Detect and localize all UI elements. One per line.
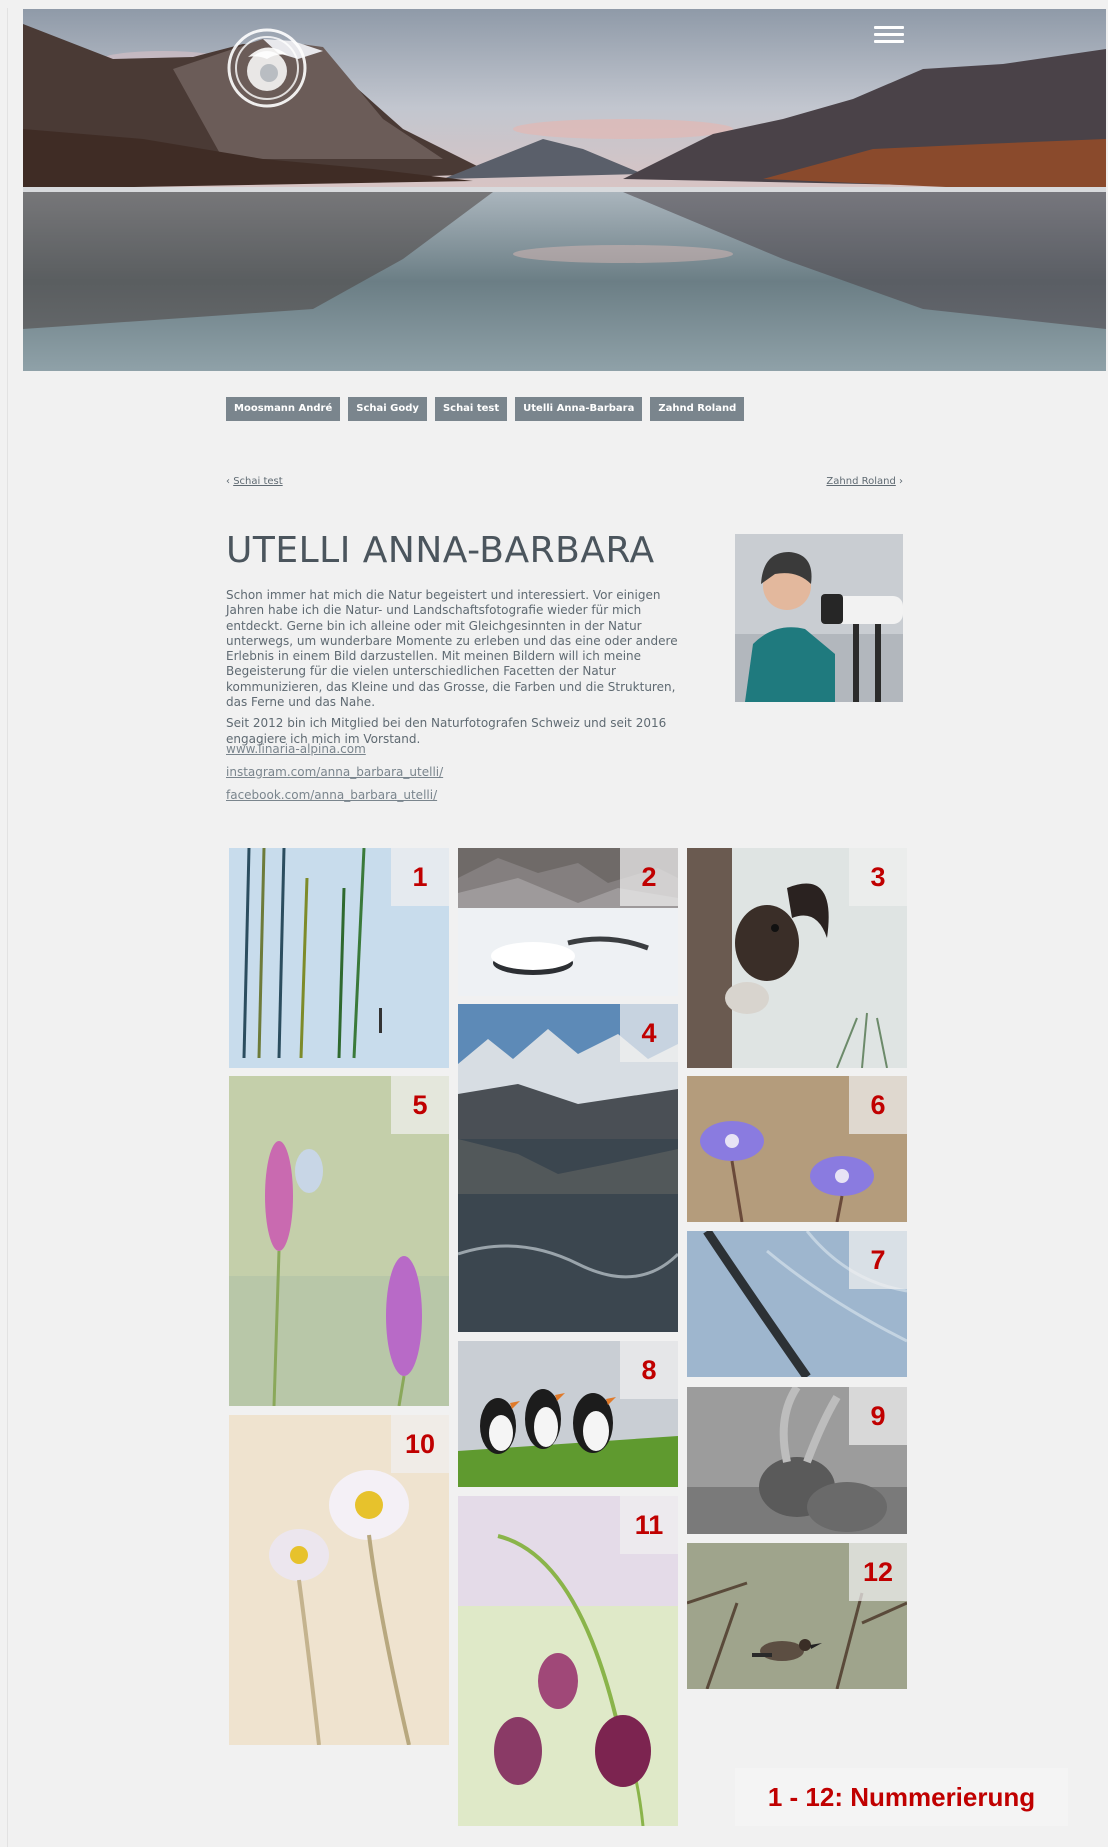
photo-number-badge: 4 — [620, 1004, 678, 1062]
photo-number-badge: 3 — [849, 848, 907, 906]
gallery-photo-1[interactable]: 1 — [229, 848, 449, 1068]
photo-number-badge: 11 — [620, 1496, 678, 1554]
club-logo-icon[interactable] — [226, 27, 308, 109]
member-nav: Moosmann André Schai Gody Schai test Ute… — [226, 397, 745, 421]
prev-member-label[interactable]: Schai test — [233, 476, 282, 487]
prev-member-link[interactable]: ‹ Schai test — [226, 476, 283, 487]
member-bio: Schon immer hat mich die Natur begeister… — [226, 588, 692, 753]
member-button-schai-test[interactable]: Schai test — [434, 397, 508, 421]
photo-number-badge: 6 — [849, 1076, 907, 1134]
photo-number-badge: 12 — [849, 1543, 907, 1601]
page-title: UTELLI ANNA-BARBARA — [226, 530, 655, 571]
photo-number-badge: 5 — [391, 1076, 449, 1134]
photo-number-badge: 9 — [849, 1387, 907, 1445]
website-link[interactable]: www.linaria-alpina.com — [226, 742, 443, 757]
facebook-link[interactable]: facebook.com/anna_barbara_utelli/ — [226, 788, 443, 803]
instagram-link[interactable]: instagram.com/anna_barbara_utelli/ — [226, 765, 443, 780]
hero-banner — [23, 9, 1106, 371]
member-links: www.linaria-alpina.com instagram.com/ann… — [226, 742, 443, 811]
gallery-photo-4[interactable]: 4 — [458, 1004, 678, 1332]
gallery-photo-12[interactable]: 12 — [687, 1543, 907, 1689]
gallery-photo-5[interactable]: 5 — [229, 1076, 449, 1406]
gallery-photo-10[interactable]: 10 — [229, 1415, 449, 1745]
chevron-right-icon: › — [899, 476, 903, 487]
numbering-legend: 1 - 12: Nummerierung — [735, 1768, 1068, 1826]
next-member-label[interactable]: Zahnd Roland — [826, 476, 895, 487]
photo-number-badge: 7 — [849, 1231, 907, 1289]
chevron-left-icon: ‹ — [226, 476, 230, 487]
bio-paragraph-1: Schon immer hat mich die Natur begeister… — [226, 588, 678, 710]
photo-number-badge: 1 — [391, 848, 449, 906]
gallery-photo-8[interactable]: 8 — [458, 1341, 678, 1487]
gallery-photo-11[interactable]: 11 — [458, 1496, 678, 1826]
member-portrait — [735, 534, 903, 702]
member-button-schai-gody[interactable]: Schai Gody — [348, 397, 427, 421]
photo-number-badge: 8 — [620, 1341, 678, 1399]
gallery-photo-9[interactable]: 9 — [687, 1387, 907, 1534]
hamburger-menu-icon[interactable] — [872, 22, 906, 50]
gallery-photo-6[interactable]: 6 — [687, 1076, 907, 1222]
gallery-photo-3[interactable]: 3 — [687, 848, 907, 1068]
member-button-utelli[interactable]: Utelli Anna-Barbara — [515, 397, 643, 421]
member-button-moosmann[interactable]: Moosmann André — [226, 397, 341, 421]
gallery-photo-7[interactable]: 7 — [687, 1231, 907, 1377]
mountain-lake-image — [23, 9, 1106, 371]
photo-number-badge: 2 — [620, 848, 678, 906]
gallery-photo-2[interactable]: 2 — [458, 848, 678, 996]
member-button-zahnd[interactable]: Zahnd Roland — [650, 397, 745, 421]
next-member-link[interactable]: Zahnd Roland › — [826, 476, 903, 487]
photo-number-badge: 10 — [391, 1415, 449, 1473]
